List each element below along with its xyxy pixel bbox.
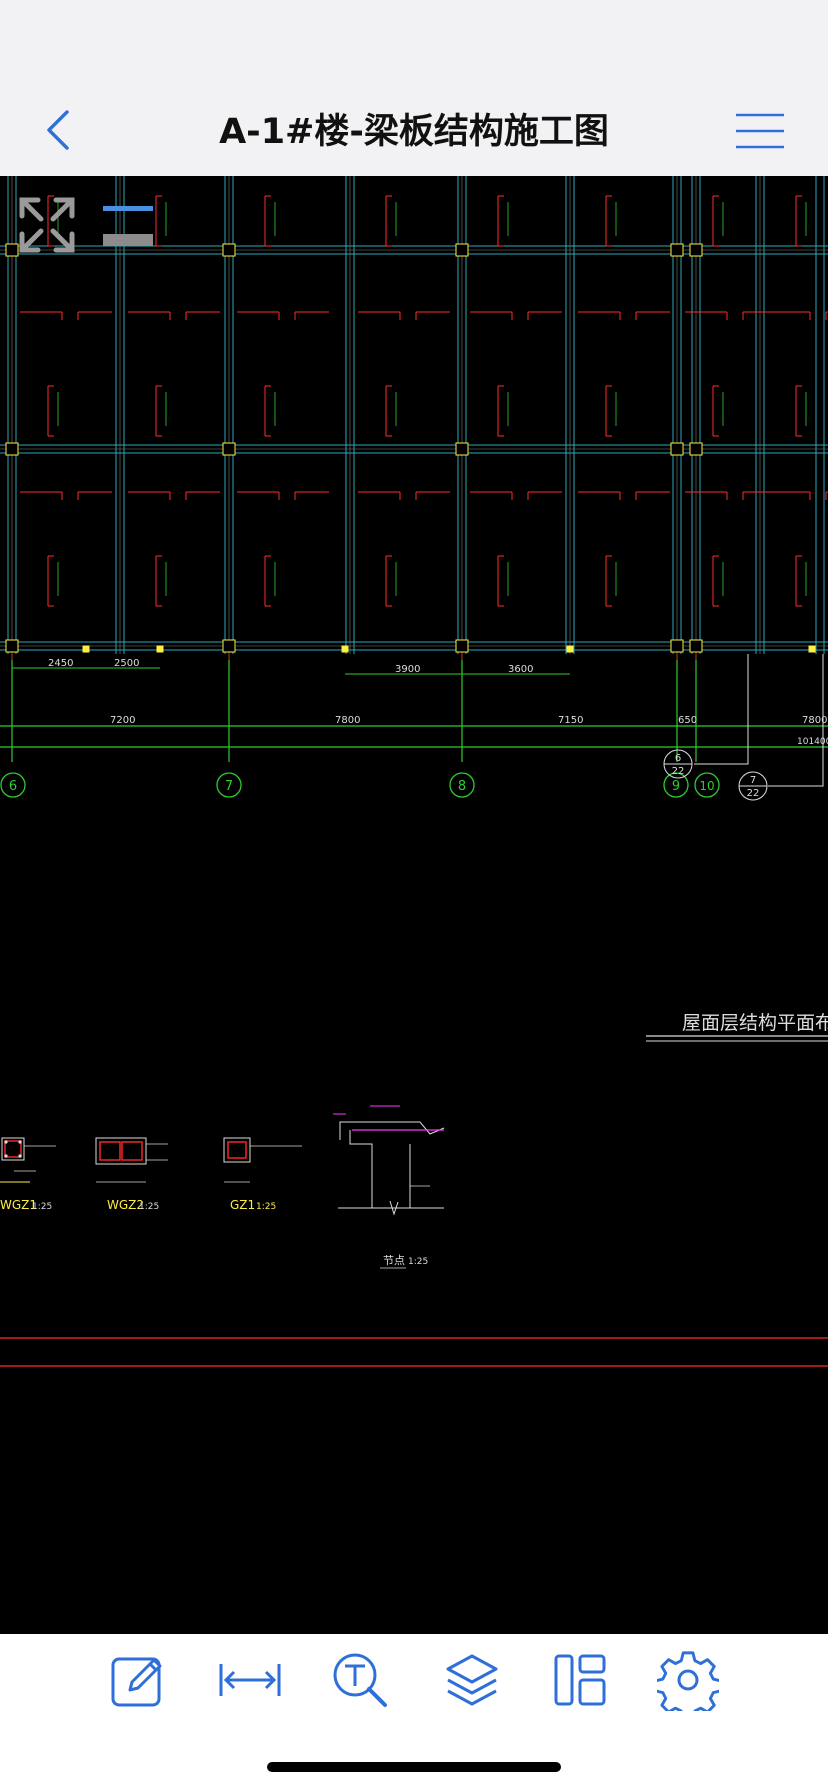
edit-icon xyxy=(111,1657,162,1707)
axis-bubble-8: 8 xyxy=(449,772,475,798)
fullscreen-button[interactable] xyxy=(14,194,80,258)
section-ref-2-sheet: 22 xyxy=(747,788,760,799)
home-indicator[interactable] xyxy=(267,1762,561,1772)
nav-bar: A-1#楼-梁板结构施工图 xyxy=(0,0,828,177)
span-dim-1: 2450 xyxy=(48,658,73,669)
detail-scale-wgz1: 1:25 xyxy=(32,1202,52,1212)
section-ref-1-sheet: 22 xyxy=(672,766,685,777)
bottom-dim-1: 7200 xyxy=(110,715,135,726)
detail-gz1: GZ1 1:25 xyxy=(223,1137,302,1212)
detail-wgz1: WGZ1 1:25 xyxy=(0,1137,56,1212)
axis-bubble-6: 6 xyxy=(0,772,26,798)
detail-wgz2: WGZ2 1:25 xyxy=(95,1137,168,1212)
layers-icon xyxy=(446,1654,498,1706)
drawing-canvas[interactable]: 2450 2500 3900 3600 7200 7800 7150 650 7… xyxy=(0,176,828,1634)
span-dim-4: 3600 xyxy=(508,664,533,675)
detail-node: 节点 1:25 xyxy=(333,1105,445,1269)
axis-bubble-10: 10 xyxy=(694,772,720,798)
bottom-dim-3: 7150 xyxy=(558,715,583,726)
axis-bubble-7: 7 xyxy=(216,772,242,798)
back-button[interactable] xyxy=(30,100,86,160)
section-ref-1-num: 6 xyxy=(675,753,681,764)
detail-label-node: 节点 xyxy=(383,1254,405,1267)
span-dimensions-top xyxy=(12,667,570,675)
layers-button[interactable] xyxy=(440,1648,504,1712)
detail-scale-gz1: 1:25 xyxy=(256,1202,276,1212)
gear-icon xyxy=(657,1651,719,1711)
layout-button[interactable] xyxy=(548,1648,612,1712)
axis-label-7: 7 xyxy=(225,779,233,794)
detail-scale-wgz2: 1:25 xyxy=(139,1202,159,1212)
axis-label-10: 10 xyxy=(699,779,714,793)
cad-drawing[interactable]: 2450 2500 3900 3600 7200 7800 7150 650 7… xyxy=(0,176,828,1634)
text-search-icon xyxy=(333,1653,387,1707)
span-dim-3: 3900 xyxy=(395,664,420,675)
bottom-toolbar xyxy=(0,1634,828,1792)
section-reference-7: 7 22 xyxy=(738,654,824,801)
chevron-left-icon xyxy=(47,110,69,150)
page-title: A-1#楼-梁板结构施工图 xyxy=(219,112,609,152)
annotate-button[interactable] xyxy=(106,1648,170,1712)
settings-button[interactable] xyxy=(656,1648,720,1712)
plan-title: 屋面层结构平面布置图 xyxy=(682,1012,828,1034)
bottom-dim-5: 7800 xyxy=(802,715,827,726)
detail-scale-node: 1:25 xyxy=(408,1257,428,1267)
layer-indicator xyxy=(103,206,153,246)
axis-label-9: 9 xyxy=(672,779,680,794)
hamburger-menu-icon xyxy=(736,113,784,149)
axis-label-8: 8 xyxy=(458,779,466,794)
measure-button[interactable] xyxy=(218,1648,282,1712)
menu-button[interactable] xyxy=(732,110,788,152)
span-dimensions-bottom xyxy=(0,660,828,762)
layout-icon xyxy=(554,1654,606,1706)
bottom-dim-2: 7800 xyxy=(335,715,360,726)
span-dim-2: 2500 xyxy=(114,658,139,669)
section-ref-2-num: 7 xyxy=(750,775,756,786)
axis-label-6: 6 xyxy=(9,779,17,794)
bottom-dim-4: 650 xyxy=(678,715,697,726)
measure-icon xyxy=(219,1664,281,1696)
text-search-button[interactable] xyxy=(328,1648,392,1712)
detail-label-gz1: GZ1 xyxy=(230,1198,255,1212)
